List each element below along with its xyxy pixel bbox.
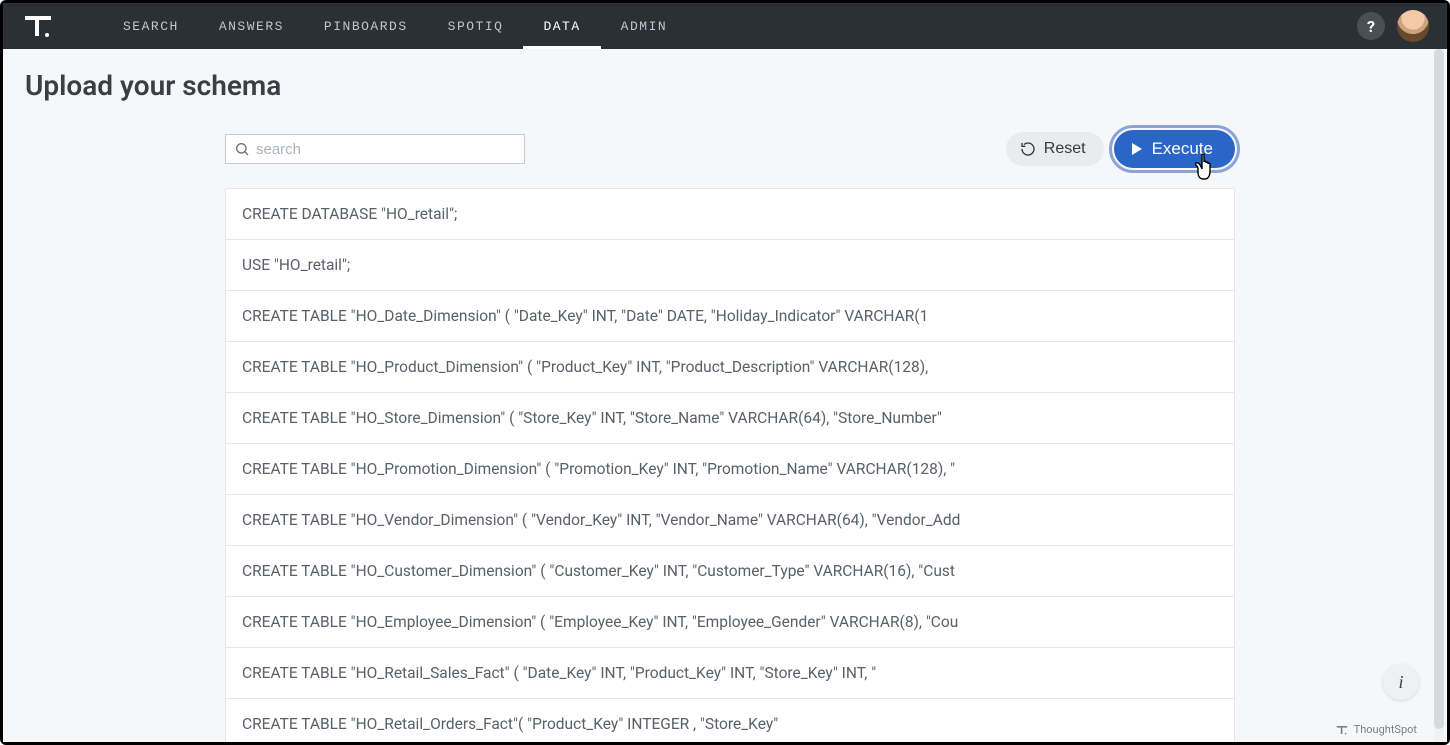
reset-button[interactable]: Reset [1006,132,1104,166]
nav-tab-answers[interactable]: ANSWERS [199,3,304,49]
sql-row[interactable]: CREATE TABLE "HO_Product_Dimension" ( "P… [226,342,1234,393]
sql-row[interactable]: CREATE TABLE "HO_Customer_Dimension" ( "… [226,546,1234,597]
sql-row[interactable]: CREATE TABLE "HO_Date_Dimension" ( "Date… [226,291,1234,342]
sql-row[interactable]: CREATE TABLE "HO_Retail_Orders_Fact"( "P… [226,699,1234,742]
footer-brand-label: ThoughtSpot [1354,723,1417,736]
info-icon[interactable]: i [1383,664,1419,700]
top-nav: SEARCHANSWERSPINBOARDSSPOTIQDATAADMIN ? [3,3,1447,49]
sql-row[interactable]: CREATE TABLE "HO_Retail_Sales_Fact" ( "D… [226,648,1234,699]
footer-brand: ThoughtSpot [1336,723,1417,736]
nav-tab-pinboards[interactable]: PINBOARDS [304,3,428,49]
toolbar: Reset Execute [225,130,1235,168]
search-field-wrap[interactable] [225,134,525,164]
sql-row[interactable]: CREATE TABLE "HO_Store_Dimension" ( "Sto… [226,393,1234,444]
sql-row[interactable]: CREATE TABLE "HO_Promotion_Dimension" ( … [226,444,1234,495]
app-logo[interactable] [13,3,63,49]
sql-row[interactable]: CREATE TABLE "HO_Vendor_Dimension" ( "Ve… [226,495,1234,546]
sql-row[interactable]: USE "HO_retail"; [226,240,1234,291]
nav-tab-admin[interactable]: ADMIN [601,3,688,49]
execute-button[interactable]: Execute [1114,130,1235,168]
execute-button-label: Execute [1152,139,1213,159]
nav-tab-search[interactable]: SEARCH [103,3,199,49]
search-input[interactable] [256,141,516,158]
sql-row[interactable]: CREATE TABLE "HO_Employee_Dimension" ( "… [226,597,1234,648]
footer-logo-icon [1336,724,1348,736]
reset-button-label: Reset [1044,140,1086,158]
search-icon [234,141,250,157]
sql-row[interactable]: CREATE DATABASE "HO_retail"; [226,189,1234,240]
nav-tab-data[interactable]: DATA [523,3,600,49]
sql-statement-list: CREATE DATABASE "HO_retail";USE "HO_reta… [225,188,1235,742]
page-title: Upload your schema [25,69,1425,102]
nav-tabs: SEARCHANSWERSPINBOARDSSPOTIQDATAADMIN [103,3,687,49]
reset-icon [1020,141,1036,157]
avatar[interactable] [1397,10,1429,42]
nav-tab-spotiq[interactable]: SPOTIQ [428,3,524,49]
play-icon [1132,143,1142,155]
help-icon[interactable]: ? [1357,12,1385,40]
logo-icon [23,12,53,40]
